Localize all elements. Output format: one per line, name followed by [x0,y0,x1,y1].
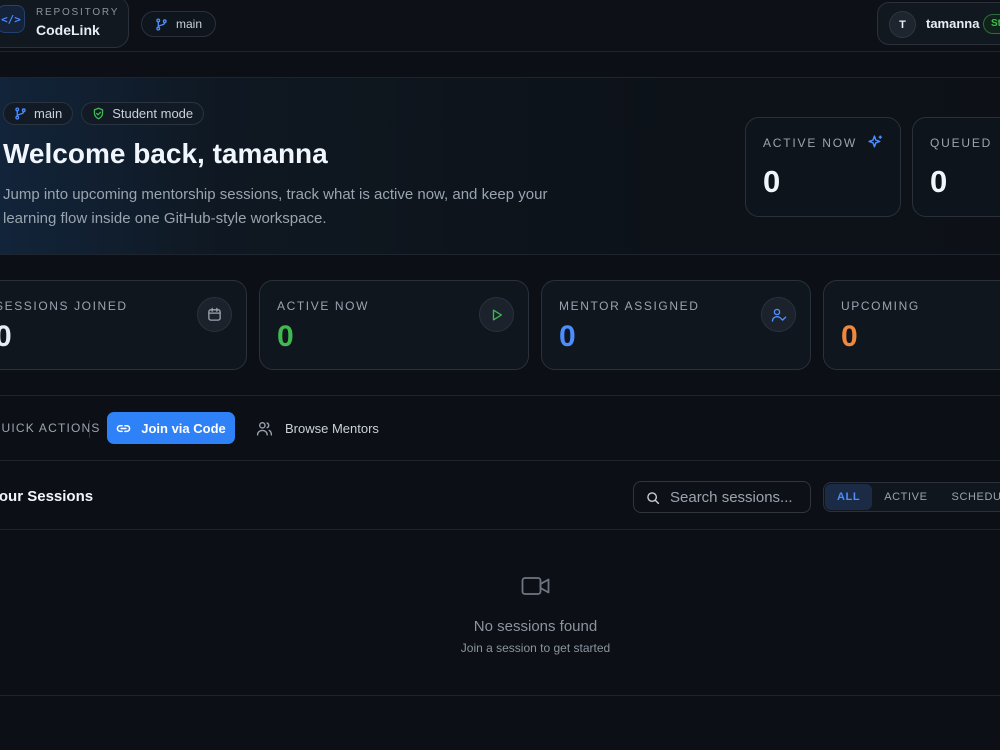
users-icon [256,421,273,436]
stat-label: SESSIONS JOINED [0,299,128,313]
dashboard-page: </> REPOSITORY CodeLink main T tamanna S… [0,0,1000,750]
hero-stat-label: QUEUED [930,136,993,150]
empty-subtitle: Join a session to get started [460,641,611,655]
hero-stat-queued: QUEUED 0 [912,117,1000,217]
stat-card-upcoming: UPCOMING 0 [823,280,1000,370]
page-title: Welcome back, tamanna [3,138,328,169]
sparkle-icon [868,135,882,148]
hero-stat-value: 0 [930,164,948,199]
calendar-icon [197,297,232,332]
link-icon [116,424,131,432]
user-check-icon [761,297,796,332]
stat-label: UPCOMING [841,299,920,313]
divider [89,420,90,438]
hero-description: Jump into upcoming mentorship sessions, … [3,186,548,227]
browse-mentors-button[interactable]: Browse Mentors [256,412,379,444]
search-box[interactable] [633,481,811,513]
stat-value: 0 [559,320,576,353]
student-mode-label: Student mode [112,106,194,121]
hero-stat-label: ACTIVE NOW [763,136,858,150]
stat-label: ACTIVE NOW [277,299,370,313]
search-input[interactable] [670,482,808,512]
git-branch-icon [15,107,26,120]
sessions-empty-state: No sessions found Join a session to get … [0,530,1000,696]
filter-scheduled[interactable]: SCHEDULED [940,484,1000,510]
quick-actions-label: QUICK ACTIONS [0,421,101,435]
avatar: T [889,11,916,38]
repository-kicker: REPOSITORY [36,7,120,18]
shield-check-icon [93,107,104,120]
repository-name: CodeLink [36,22,100,38]
session-filters: ALL ACTIVE SCHEDULED [823,482,1000,512]
repository-card[interactable]: </> REPOSITORY CodeLink [0,0,129,48]
git-branch-icon [156,17,167,31]
filter-all[interactable]: ALL [825,484,873,510]
hero-branch-label: main [34,106,63,121]
hero-pills: main Student mode [3,102,205,125]
hero-branch-pill: main [3,102,74,125]
search-icon [647,492,660,505]
user-menu[interactable]: T tamanna St [877,2,1000,45]
user-name: tamanna [926,16,980,31]
video-icon [521,577,550,595]
sessions-title: Your Sessions [0,488,94,505]
quick-actions-bar: QUICK ACTIONS Join via Code Browse Mento… [0,395,1000,461]
welcome-hero: main Student mode Welcome back, tamanna … [0,77,1000,255]
role-badge: St [983,14,1000,34]
stat-card-mentor-assigned: MENTOR ASSIGNED 0 [541,280,811,370]
join-via-code-label: Join via Code [141,420,226,436]
stat-value: 0 [277,320,294,353]
code-icon: </> [0,5,25,33]
stat-value: 0 [841,320,858,353]
top-bar: </> REPOSITORY CodeLink main T tamanna S… [0,0,1000,52]
hero-stat-active-now: ACTIVE NOW 0 [745,117,901,217]
stat-value: 0 [0,320,12,353]
stat-card-active-now: ACTIVE NOW 0 [259,280,529,370]
student-mode-pill: Student mode [81,102,205,125]
empty-title: No sessions found [473,618,598,635]
branch-selector[interactable]: main [141,11,217,37]
stat-label: MENTOR ASSIGNED [559,299,700,313]
hero-stat-value: 0 [763,164,781,199]
branch-name: main [176,17,203,31]
filter-active[interactable]: ACTIVE [872,484,939,510]
join-via-code-button[interactable]: Join via Code [107,412,235,444]
browse-mentors-label: Browse Mentors [285,420,379,436]
sessions-header: Your Sessions ALL ACTIVE SCHEDULED [0,461,1000,530]
stat-card-sessions-joined: SESSIONS JOINED 0 [0,280,247,370]
play-icon [479,297,514,332]
